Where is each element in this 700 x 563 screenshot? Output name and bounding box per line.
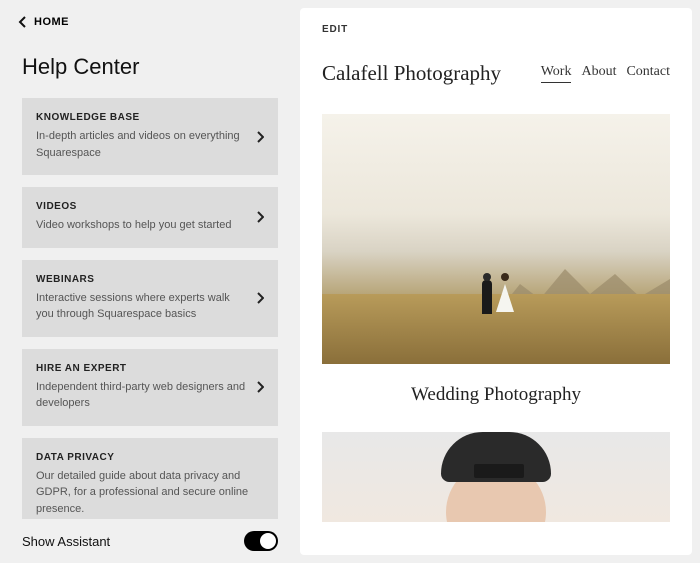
home-label: HOME	[34, 16, 69, 28]
card-desc: In-depth articles and videos on everythi…	[36, 128, 248, 161]
card-hire-expert[interactable]: HIRE AN EXPERT Independent third-party w…	[22, 349, 278, 426]
card-desc: Our detailed guide about data privacy an…	[36, 468, 264, 518]
hero-image	[322, 114, 670, 364]
chevron-right-icon	[256, 292, 264, 304]
card-knowledge-base[interactable]: KNOWLEDGE BASE In-depth articles and vid…	[22, 98, 278, 175]
card-title: VIDEOS	[36, 201, 248, 212]
card-title: DATA PRIVACY	[36, 452, 264, 463]
site-header: Calafell Photography Work About Contact	[300, 51, 692, 114]
card-data-privacy[interactable]: DATA PRIVACY Our detailed guide about da…	[22, 438, 278, 520]
chevron-right-icon	[256, 211, 264, 223]
edit-button[interactable]: EDIT	[300, 8, 692, 51]
nav-work[interactable]: Work	[541, 64, 572, 83]
assistant-toggle[interactable]	[244, 531, 278, 551]
card-webinars[interactable]: WEBINARS Interactive sessions where expe…	[22, 260, 278, 337]
show-assistant-row: Show Assistant	[0, 519, 300, 563]
nav-contact[interactable]: Contact	[626, 64, 670, 83]
card-desc: Video workshops to help you get started	[36, 217, 248, 234]
site-preview-panel: EDIT Calafell Photography Work About Con…	[300, 8, 692, 555]
help-center-title: Help Center	[0, 42, 300, 98]
help-sidebar: HOME Help Center KNOWLEDGE BASE In-depth…	[0, 0, 300, 563]
preview-content: Wedding Photography	[300, 114, 692, 555]
home-link[interactable]: HOME	[0, 0, 300, 42]
help-cards-list: KNOWLEDGE BASE In-depth articles and vid…	[0, 98, 300, 519]
portrait-image	[322, 432, 670, 522]
card-desc: Independent third-party web designers an…	[36, 379, 248, 412]
card-title: KNOWLEDGE BASE	[36, 112, 248, 123]
chevron-right-icon	[256, 131, 264, 143]
nav-about[interactable]: About	[581, 64, 616, 83]
site-nav: Work About Contact	[541, 64, 670, 83]
assistant-label: Show Assistant	[22, 534, 110, 549]
card-videos[interactable]: VIDEOS Video workshops to help you get s…	[22, 187, 278, 248]
card-desc: Interactive sessions where experts walk …	[36, 290, 248, 323]
chevron-left-icon	[18, 16, 28, 28]
image-caption: Wedding Photography	[322, 364, 670, 432]
site-title: Calafell Photography	[322, 61, 501, 86]
chevron-right-icon	[256, 381, 264, 393]
card-title: WEBINARS	[36, 274, 248, 285]
card-title: HIRE AN EXPERT	[36, 363, 248, 374]
